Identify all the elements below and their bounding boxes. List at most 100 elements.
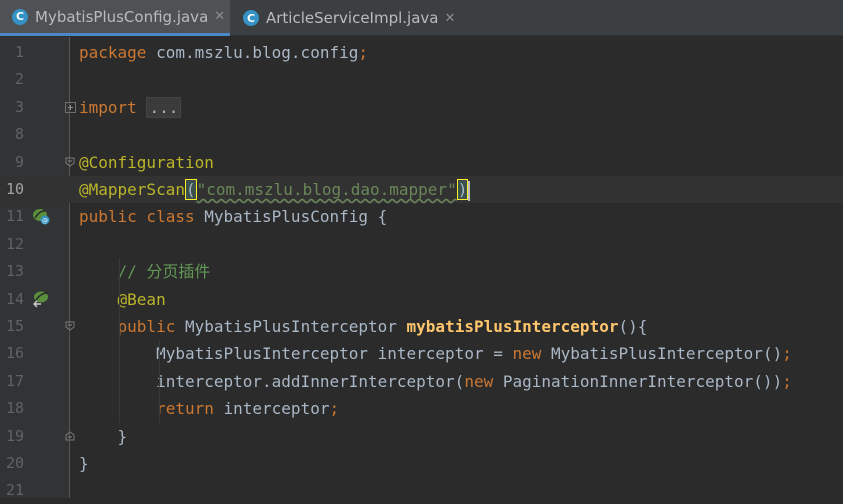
- code-line[interactable]: 20}: [0, 450, 843, 477]
- line-number: 3: [14, 97, 24, 116]
- java-class-icon: C: [243, 10, 259, 26]
- code-line[interactable]: 18 return interceptor;: [0, 395, 843, 422]
- code-line[interactable]: 1 package com.mszlu.blog.config;: [0, 39, 843, 66]
- code-line[interactable]: 17 interceptor.addInnerInterceptor(new P…: [0, 368, 843, 395]
- code-line[interactable]: 10 @MapperScan("com.mszlu.blog.dao.mapper…: [0, 176, 843, 203]
- code-token: interceptor: [223, 399, 330, 419]
- line-number: 18: [5, 399, 24, 418]
- code-token: ;: [782, 371, 792, 391]
- close-icon[interactable]: ✕: [214, 9, 225, 24]
- fold-toggle-icon[interactable]: [65, 430, 75, 441]
- indent-guide: [159, 340, 160, 423]
- code-text: MybatisPlusInterceptor interceptor = new…: [79, 340, 792, 367]
- code-token: com.mszlu.blog.config: [156, 43, 359, 62]
- code-line[interactable]: 8: [0, 121, 843, 148]
- code-token: public class: [79, 207, 205, 227]
- code-line[interactable]: 19 }: [0, 423, 843, 450]
- code-editor[interactable]: 1 package com.mszlu.blog.config; 2 3 import …: [0, 37, 843, 499]
- fold-toggle-icon[interactable]: [65, 101, 76, 113]
- text-caret: [468, 180, 471, 201]
- line-number: 13: [5, 262, 24, 281]
- code-token: new: [512, 344, 552, 364]
- code-token: import: [79, 97, 147, 117]
- spring-bean-class-icon[interactable]: @: [32, 207, 50, 225]
- code-text: interceptor.addInnerInterceptor(new Pagi…: [79, 368, 792, 395]
- fold-toggle-icon[interactable]: [65, 157, 75, 167]
- line-number: 10: [5, 180, 24, 198]
- code-token: ;: [329, 399, 340, 419]
- line-number: 15: [5, 317, 24, 335]
- code-line[interactable]: 21: [0, 477, 843, 504]
- code-token: public: [117, 317, 185, 336]
- line-number: 16: [5, 344, 24, 363]
- code-token: mybatisPlusInterceptor: [406, 317, 619, 336]
- code-text: import ...: [79, 94, 182, 121]
- line-number: 20: [5, 454, 24, 472]
- code-line[interactable]: 14 @Bean: [0, 286, 843, 313]
- line-number: 21: [5, 481, 24, 500]
- tab-label: MybatisPlusConfig.java: [35, 7, 209, 26]
- code-text: @Bean: [79, 286, 166, 313]
- code-line[interactable]: 15 public MybatisPlusInterceptor mybatis…: [0, 313, 843, 340]
- code-token: @Configuration: [79, 152, 214, 172]
- code-token: ;: [358, 43, 368, 62]
- code-token: (: [184, 179, 197, 200]
- code-token: interceptor.addInnerInterceptor(: [79, 371, 465, 391]
- line-number: 12: [5, 234, 24, 253]
- code-token: MybatisPlusInterceptor interceptor =: [79, 344, 513, 364]
- line-number: 8: [14, 125, 24, 144]
- code-line[interactable]: 9 @Configuration: [0, 149, 843, 176]
- line-number: 1: [14, 43, 24, 61]
- code-text: @MapperScan("com.mszlu.blog.dao.mapper"): [79, 176, 471, 203]
- code-token: new: [464, 371, 503, 391]
- code-token: MybatisPlusInterceptor(): [551, 344, 783, 364]
- code-token: ): [456, 179, 469, 200]
- code-token: @MapperScan: [79, 180, 185, 199]
- code-token: "com.mszlu.blog.dao.mapper": [196, 180, 457, 199]
- code-token: ;: [782, 344, 792, 364]
- tab-articleserviceimpl[interactable]: C ArticleServiceImpl.java ✕: [231, 0, 461, 36]
- code-text: public class MybatisPlusConfig {: [79, 203, 387, 230]
- indent-guide: [119, 258, 120, 423]
- spring-bean-method-icon[interactable]: [32, 290, 50, 308]
- code-text: package com.mszlu.blog.config;: [79, 39, 368, 66]
- fold-toggle-icon[interactable]: [65, 321, 75, 331]
- code-text: @Configuration: [79, 149, 214, 176]
- code-text: }: [79, 450, 89, 477]
- code-token: (){: [618, 317, 648, 336]
- code-line[interactable]: 3 import ...: [0, 94, 843, 121]
- java-class-icon: C: [12, 8, 28, 25]
- code-line[interactable]: 16 MybatisPlusInterceptor interceptor = …: [0, 340, 843, 367]
- code-token: @Bean: [117, 289, 166, 309]
- code-token: return: [156, 399, 224, 419]
- line-number: 19: [5, 426, 24, 445]
- code-token: }: [79, 454, 89, 473]
- code-line[interactable]: 2: [0, 66, 843, 93]
- editor-tab-bar: C MybatisPlusConfig.java ✕ C ArticleServ…: [0, 0, 843, 36]
- line-number: 11: [5, 207, 24, 226]
- line-number: 9: [14, 152, 24, 171]
- close-icon[interactable]: ✕: [444, 11, 455, 26]
- svg-text:@: @: [42, 218, 48, 225]
- code-token: PaginationInnerInterceptor()): [502, 371, 783, 391]
- code-token[interactable]: ...: [146, 96, 182, 118]
- code-token: MybatisPlusInterceptor: [184, 317, 407, 336]
- line-number: 17: [5, 371, 24, 390]
- code-line[interactable]: 13 // 分页插件: [0, 258, 843, 285]
- line-number: 14: [5, 289, 24, 308]
- code-text: // 分页插件: [79, 258, 211, 285]
- tab-mybatisplusconfig[interactable]: C MybatisPlusConfig.java ✕: [0, 0, 230, 36]
- code-line[interactable]: 11 public class MybatisPlusConfig { @: [0, 203, 843, 230]
- code-token: package: [79, 43, 157, 62]
- code-text: public MybatisPlusInterceptor mybatisPlu…: [79, 313, 648, 340]
- code-text: }: [79, 423, 128, 450]
- code-token: MybatisPlusConfig {: [204, 207, 388, 227]
- code-line[interactable]: 12: [0, 231, 843, 258]
- tab-label: ArticleServiceImpl.java: [266, 9, 439, 27]
- code-token: }: [79, 426, 128, 446]
- line-number: 2: [14, 70, 24, 89]
